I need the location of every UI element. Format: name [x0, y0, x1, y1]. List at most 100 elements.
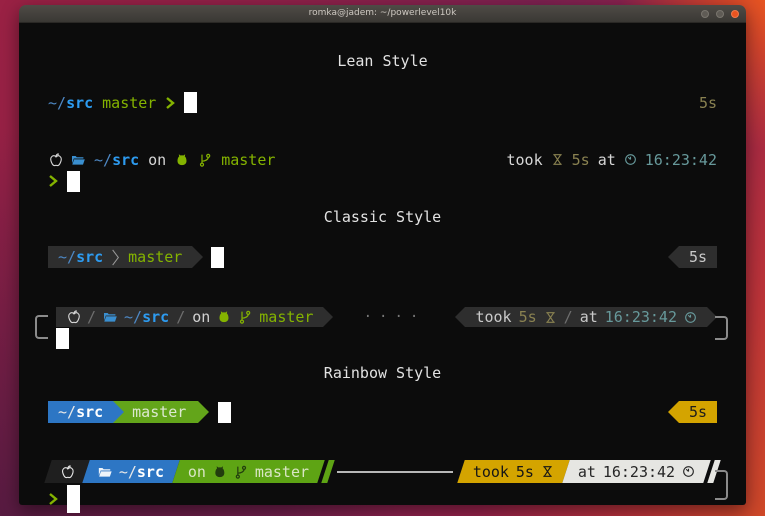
dir-prefix: ~/: [124, 308, 142, 326]
lean-prompt-2-input: [48, 171, 80, 192]
classic-context-segment: / ~/src / on master: [56, 307, 323, 327]
prompt-connector-line: [337, 471, 452, 473]
git-branch-name: master: [221, 151, 275, 169]
current-directory: ~/src: [124, 308, 169, 326]
lean-style-heading: Lean Style: [19, 53, 746, 69]
dir-name: src: [137, 463, 164, 481]
rainbow-prompt-2-line-1: ~/src on master took 5s at 16:23:42: [19, 460, 746, 483]
git-branch-name: master: [128, 248, 182, 266]
prompt-frame-left-bracket: [35, 315, 48, 339]
window-title: romka@jadem: ~/powerlevel10k: [309, 9, 457, 18]
open-folder-icon: [71, 153, 85, 167]
apple-logo-icon: [60, 465, 74, 479]
lean-prompt-1-left: ~/src master: [48, 92, 197, 113]
powerline-arrow-icon: [198, 401, 209, 423]
minimize-button[interactable]: [701, 10, 709, 18]
classic-dir-segment: ~/src master: [48, 246, 192, 268]
block-cursor: [56, 328, 69, 349]
rainbow-prompt-1-left: ~/src master: [48, 401, 231, 423]
powerline-arrow-icon: [113, 401, 124, 423]
terminal-content[interactable]: Lean Style ~/src master 5s ~/src: [19, 23, 746, 505]
classic-prompt-2-left: / ~/src / on master: [56, 307, 333, 327]
hourglass-icon: [551, 153, 564, 166]
dir-prefix: ~/: [58, 403, 76, 421]
chevron-right-icon: [48, 174, 58, 188]
lean-prompt-2-line-1: ~/src on master took 5s at 16:23:42: [19, 150, 746, 169]
took-label: took: [473, 463, 509, 481]
git-branch-icon: [234, 465, 248, 479]
git-branch-name: master: [255, 463, 309, 481]
classic-prompt-1-left: ~/src master: [48, 246, 224, 268]
powerline-arrow-icon: [455, 307, 465, 327]
current-directory: ~/src: [48, 94, 93, 112]
apple-logo-icon: [48, 153, 62, 167]
close-button[interactable]: [731, 10, 739, 18]
lean-prompt-2-right: took 5s at 16:23:42: [507, 151, 718, 169]
powerline-arrow-icon: [323, 307, 333, 327]
open-folder-icon: [103, 310, 117, 324]
on-label: on: [188, 463, 206, 481]
lean-prompt-1: ~/src master 5s: [19, 92, 746, 113]
git-branch-icon: [238, 310, 252, 324]
duration-value: 5s: [689, 248, 707, 266]
duration-value: 5s: [519, 308, 537, 326]
current-directory: ~/src: [119, 463, 164, 481]
slash-separator: /: [176, 308, 185, 326]
hourglass-icon: [544, 311, 557, 324]
at-label: at: [580, 308, 598, 326]
chevron-right-icon: [165, 96, 175, 110]
octocat-icon: [217, 310, 231, 324]
classic-duration-segment: 5s: [679, 246, 717, 268]
classic-style-heading: Classic Style: [19, 209, 746, 225]
block-cursor: [67, 171, 80, 192]
duration-value: 5s: [699, 94, 717, 112]
rainbow-duration-segment: took 5s: [457, 460, 570, 483]
dir-prefix: ~/: [48, 94, 66, 112]
block-cursor: [184, 92, 197, 113]
current-directory: ~/src: [94, 151, 139, 169]
window-controls: [701, 10, 739, 18]
lean-style-title: Lean Style: [337, 52, 427, 70]
maximize-button[interactable]: [716, 10, 724, 18]
chevron-right-icon: [48, 492, 58, 506]
git-branch-name: master: [259, 308, 313, 326]
octocat-icon: [175, 153, 189, 167]
rainbow-prompt-1-right: 5s: [668, 401, 717, 423]
octocat-icon: [213, 465, 227, 479]
lean-prompt-2-line-2: [19, 170, 746, 192]
slash-separator: /: [564, 308, 573, 326]
at-label: at: [578, 463, 596, 481]
rainbow-prompt-2-input: [48, 485, 80, 513]
block-cursor: [67, 485, 80, 513]
clock-icon: [684, 311, 697, 324]
dir-name: src: [76, 403, 103, 421]
git-branch-name: master: [132, 403, 188, 421]
classic-prompt-2-right: took 5s / at 16:23:42: [455, 307, 717, 327]
powerline-arrow-icon: [668, 246, 679, 268]
rainbow-style-title: Rainbow Style: [324, 364, 441, 382]
at-label: at: [598, 151, 616, 169]
gap-dots: ····: [333, 309, 455, 325]
prompt-frame-right-bracket: [715, 316, 728, 340]
block-cursor: [218, 402, 231, 423]
dir-name: src: [142, 308, 169, 326]
open-folder-icon: [98, 465, 112, 479]
clock-icon: [624, 153, 637, 166]
rainbow-git-segment: master: [113, 401, 198, 423]
rainbow-git-segment: on master: [172, 460, 325, 483]
lean-prompt-2-left: ~/src on master: [48, 151, 275, 169]
powerline-arrow-icon: [192, 246, 203, 268]
on-label: on: [192, 308, 210, 326]
classic-prompt-1: ~/src master 5s: [19, 246, 746, 268]
dir-prefix: ~/: [119, 463, 137, 481]
current-directory: ~/src: [58, 248, 103, 266]
window-titlebar[interactable]: romka@jadem: ~/powerlevel10k: [19, 5, 746, 23]
hourglass-icon: [541, 465, 554, 478]
rainbow-style-heading: Rainbow Style: [19, 365, 746, 381]
powerline-arrow-icon: [668, 401, 679, 423]
took-label: took: [475, 308, 511, 326]
clock-icon: [682, 465, 695, 478]
dir-name: src: [66, 94, 93, 112]
classic-prompt-2-line-2: [19, 327, 746, 349]
prompt-frame-right-bracket: [715, 470, 728, 500]
